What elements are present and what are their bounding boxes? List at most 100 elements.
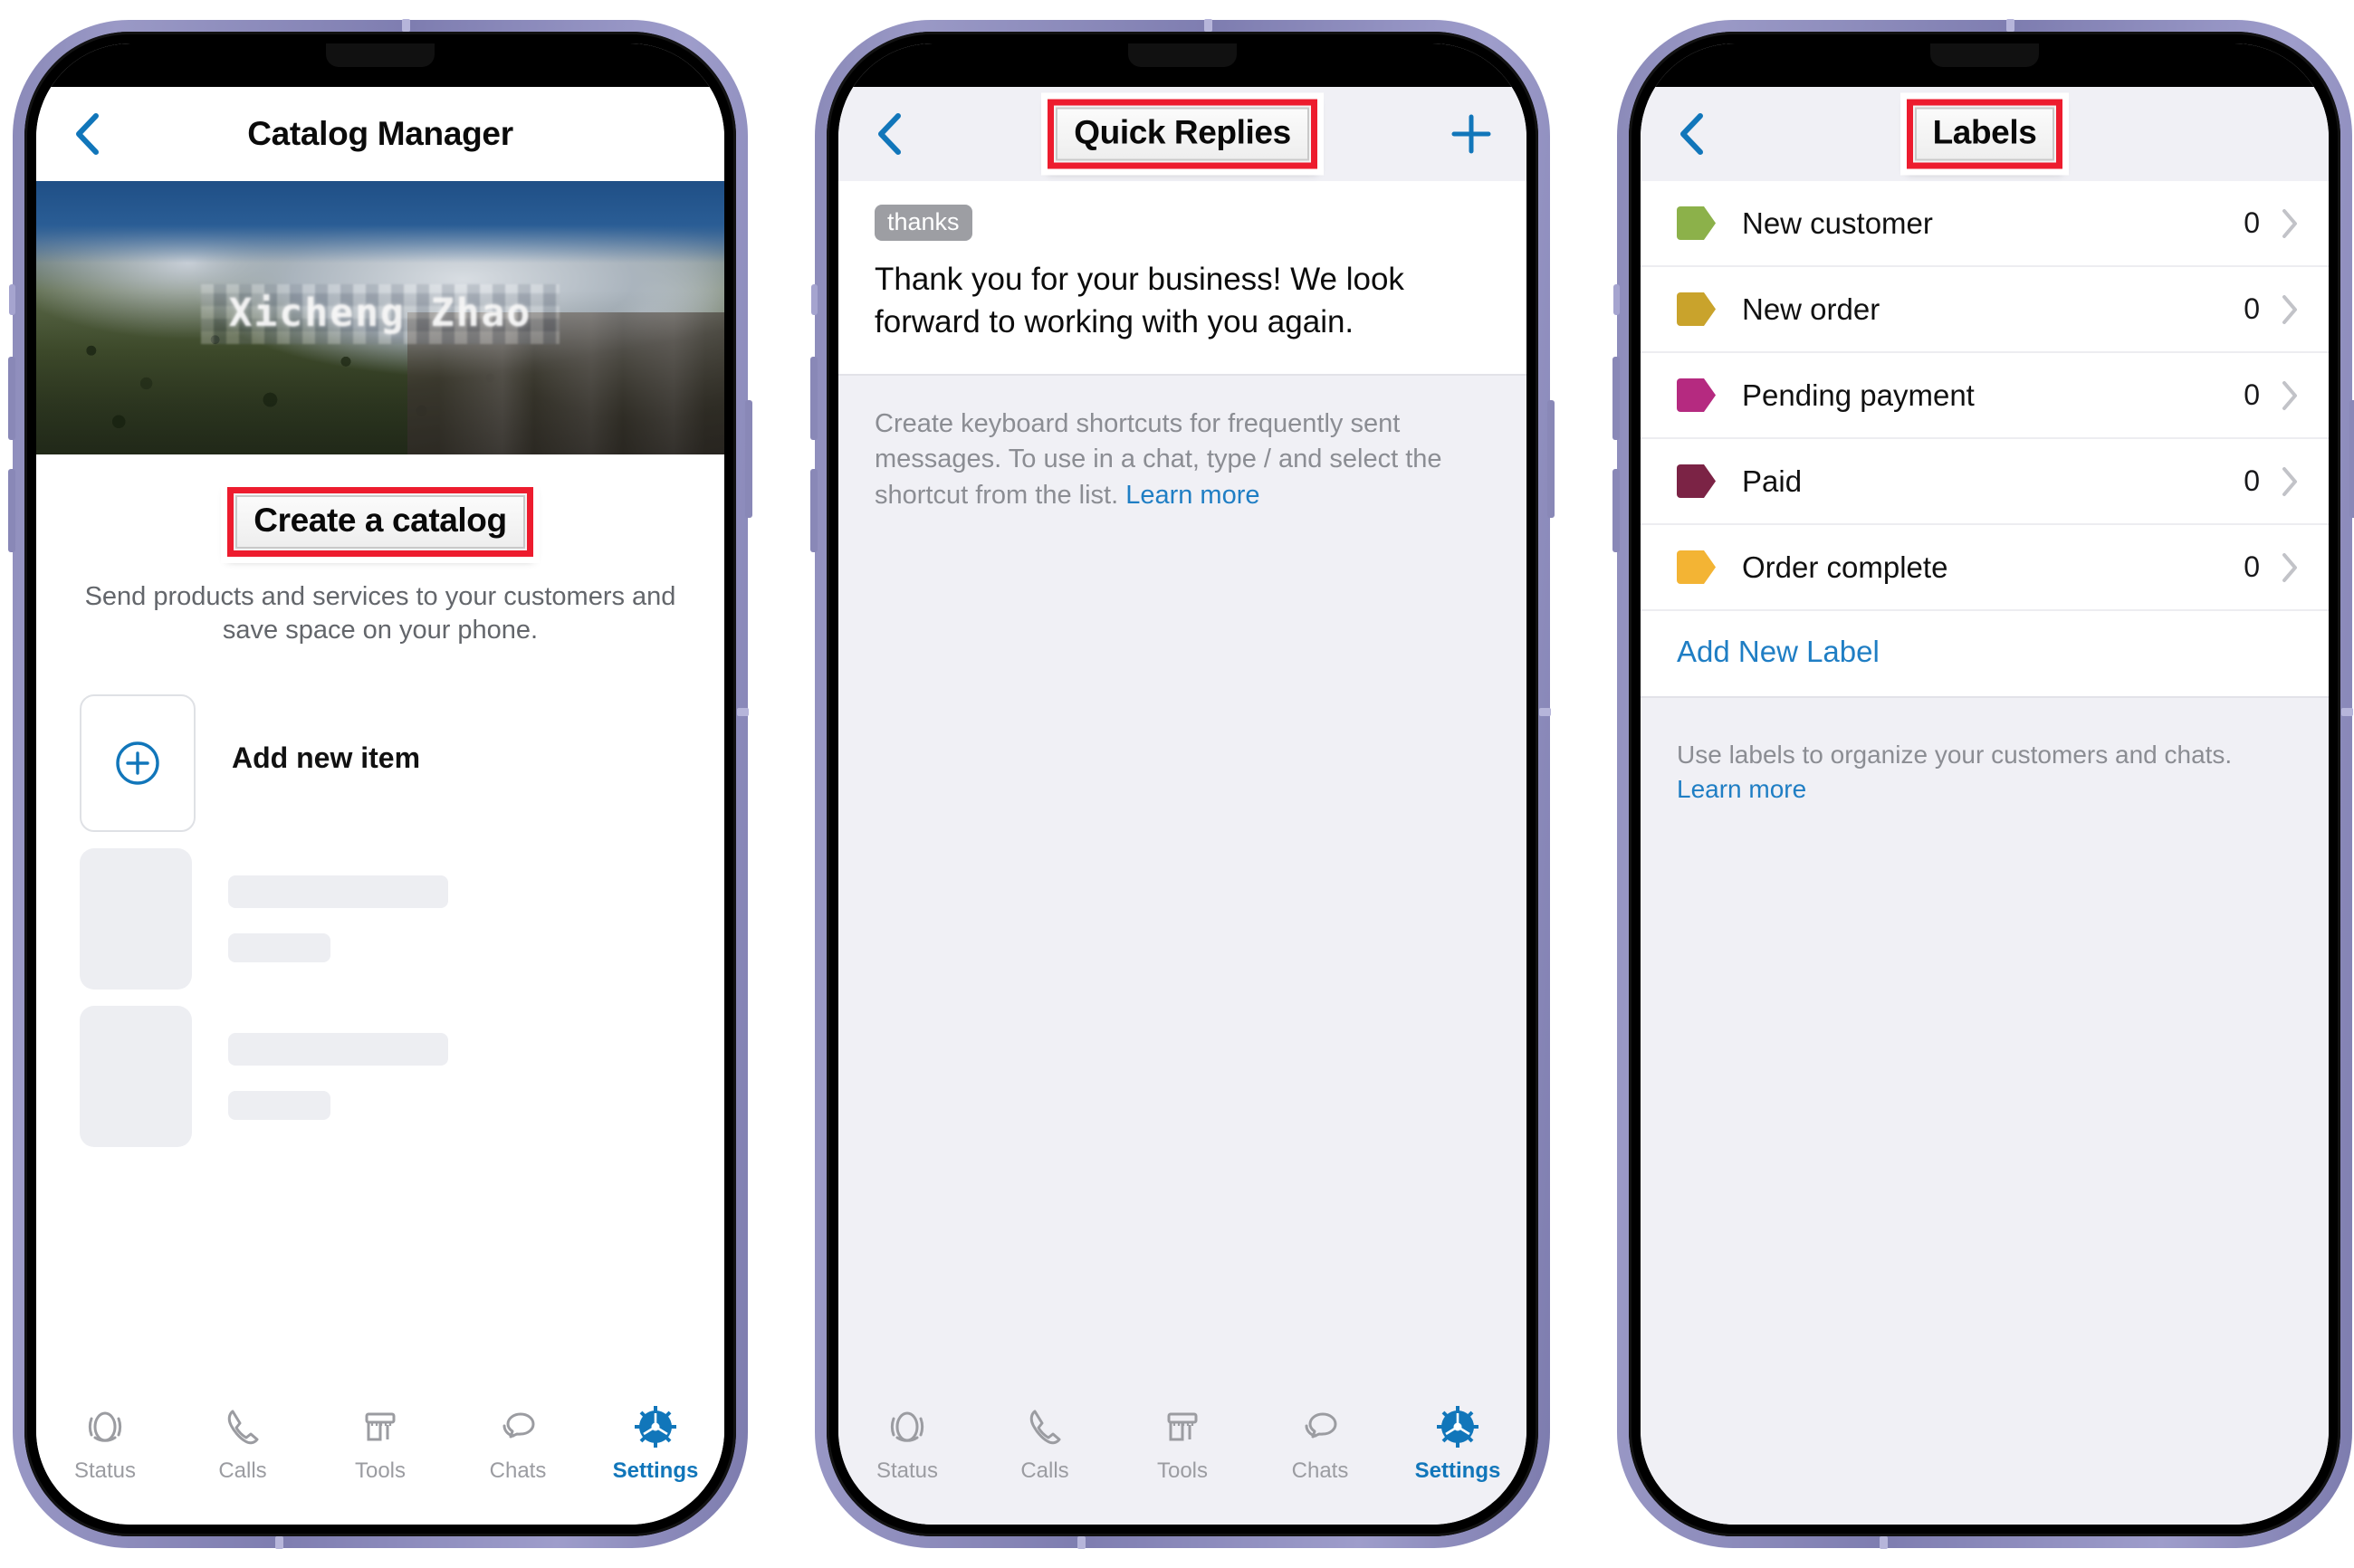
mute-switch[interactable] bbox=[811, 284, 818, 315]
tab-tools[interactable]: Tools bbox=[313, 1401, 447, 1484]
tab-status[interactable]: Status bbox=[38, 1401, 172, 1484]
phone-mockup-catalog-manager: Catalog Manager Xicheng Zhao Create a ca… bbox=[8, 19, 752, 1549]
page-title: Catalog Manager bbox=[247, 115, 513, 152]
tab-tools[interactable]: Tools bbox=[1115, 1401, 1249, 1484]
add-new-item-label: Add new item bbox=[232, 741, 421, 775]
screen-catalog-manager: Catalog Manager Xicheng Zhao Create a ca… bbox=[36, 43, 724, 1525]
tab-label: Status bbox=[876, 1458, 939, 1483]
navbar-labels: Labels bbox=[1641, 87, 2329, 181]
volume-up-button[interactable] bbox=[8, 357, 15, 440]
page-title-box: Labels bbox=[1914, 107, 2055, 161]
chevron-left-icon[interactable] bbox=[869, 113, 909, 155]
tab-label: Status bbox=[73, 1458, 137, 1483]
red-highlight-box-quick-replies: Quick Replies bbox=[1048, 99, 1317, 169]
volume-down-button[interactable] bbox=[8, 469, 15, 552]
add-new-item-row[interactable]: Add new item bbox=[36, 647, 724, 833]
frame-antenna-seam-bottom bbox=[1077, 1536, 1086, 1549]
label-row-new-order[interactable]: New order 0 bbox=[1641, 267, 2329, 353]
phone-icon bbox=[219, 1401, 266, 1452]
labels-list: New customer 0 New order 0 Pending payme… bbox=[1641, 181, 2329, 611]
skeleton-lines bbox=[228, 1033, 448, 1121]
hero-name-overlay: Xicheng Zhao bbox=[36, 283, 724, 344]
phone-mockup-labels: Labels New customer 0 New order 0 Pendin… bbox=[1612, 19, 2354, 1549]
label-name: Pending payment bbox=[1742, 378, 1975, 412]
tab-calls[interactable]: Calls bbox=[978, 1401, 1112, 1484]
catalog-hero-image: Xicheng Zhao bbox=[36, 181, 724, 454]
tab-chats[interactable]: Chats bbox=[451, 1401, 585, 1484]
volume-up-button[interactable] bbox=[1612, 357, 1620, 440]
quick-replies-content: thanks Thank you for your business! We l… bbox=[838, 181, 1526, 1387]
label-row-new-customer[interactable]: New customer 0 bbox=[1641, 181, 2329, 267]
label-name: Order complete bbox=[1742, 550, 1948, 584]
label-name: New order bbox=[1742, 292, 1880, 326]
label-count: 0 bbox=[2244, 206, 2260, 239]
tag-icon bbox=[1677, 378, 1716, 412]
frame-antenna-seam-right bbox=[2341, 708, 2353, 716]
tab-settings[interactable]: Settings bbox=[1391, 1401, 1525, 1484]
quick-reply-item[interactable]: thanks Thank you for your business! We l… bbox=[838, 181, 1526, 376]
catalog-subtitle: Send products and services to your custo… bbox=[84, 581, 676, 645]
create-catalog-button[interactable]: Create a catalog bbox=[235, 495, 525, 549]
label-row-paid[interactable]: Paid 0 bbox=[1641, 439, 2329, 525]
volume-down-button[interactable] bbox=[1612, 469, 1620, 552]
tab-settings[interactable]: Settings bbox=[588, 1401, 722, 1484]
display-notch bbox=[1128, 43, 1237, 67]
power-button[interactable] bbox=[745, 400, 752, 518]
label-name: Paid bbox=[1742, 464, 1803, 498]
screen-labels: Labels New customer 0 New order 0 Pendin… bbox=[1641, 43, 2329, 1525]
chevron-left-icon[interactable] bbox=[67, 113, 107, 155]
quick-replies-title-highlight-wrap: Quick Replies bbox=[838, 99, 1526, 169]
power-button[interactable] bbox=[2349, 400, 2354, 518]
tab-label: Settings bbox=[612, 1458, 699, 1483]
skeleton-lines bbox=[228, 875, 448, 963]
frame-antenna-seam-bottom bbox=[1880, 1536, 1888, 1549]
label-name: New customer bbox=[1742, 206, 1933, 240]
volume-down-button[interactable] bbox=[810, 469, 818, 552]
frame-antenna-seam-right bbox=[1539, 708, 1551, 716]
phone-icon bbox=[1021, 1401, 1068, 1452]
page-title: Quick Replies bbox=[1074, 113, 1291, 151]
chevron-left-icon[interactable] bbox=[1671, 113, 1711, 155]
labels-content: New customer 0 New order 0 Pending payme… bbox=[1641, 181, 2329, 1525]
chevron-right-icon bbox=[2280, 379, 2300, 412]
label-row-order-complete[interactable]: Order complete 0 bbox=[1641, 525, 2329, 611]
catalog-content: Create a catalog Send products and servi… bbox=[36, 454, 724, 1387]
plus-icon[interactable] bbox=[1447, 110, 1496, 158]
add-new-item-card[interactable] bbox=[80, 694, 196, 833]
tab-chats[interactable]: Chats bbox=[1253, 1401, 1387, 1484]
tab-status[interactable]: Status bbox=[840, 1401, 974, 1484]
learn-more-link[interactable]: Learn more bbox=[1125, 481, 1259, 510]
phone-mockup-quick-replies: Quick Replies thanks Thank you for your … bbox=[810, 19, 1555, 1549]
skeleton-thumbnail bbox=[80, 1006, 192, 1148]
quick-reply-message: Thank you for your business! We look for… bbox=[875, 262, 1404, 339]
phone-bezel: Catalog Manager Xicheng Zhao Create a ca… bbox=[24, 32, 736, 1536]
learn-more-link[interactable]: Learn more bbox=[1677, 775, 1806, 803]
label-count: 0 bbox=[2244, 292, 2260, 325]
add-new-label-button[interactable]: Add New Label bbox=[1641, 611, 2329, 698]
chat-bubbles-icon bbox=[1297, 1401, 1344, 1452]
mute-switch[interactable] bbox=[1613, 284, 1620, 315]
label-count: 0 bbox=[2244, 464, 2260, 497]
frame-antenna-seam-top bbox=[2006, 19, 2014, 32]
mute-switch[interactable] bbox=[9, 284, 15, 315]
label-row-pending-payment[interactable]: Pending payment 0 bbox=[1641, 353, 2329, 439]
tab-label: Tools bbox=[1156, 1458, 1209, 1483]
display-notch bbox=[1930, 43, 2039, 67]
labels-footer-text: Use labels to organize your customers an… bbox=[1641, 698, 2329, 807]
tab-label: Chats bbox=[489, 1458, 547, 1483]
skeleton-line-secondary bbox=[228, 1091, 330, 1121]
frame-antenna-seam-bottom bbox=[275, 1536, 283, 1549]
volume-up-button[interactable] bbox=[810, 357, 818, 440]
power-button[interactable] bbox=[1547, 400, 1555, 518]
phone-bezel: Quick Replies thanks Thank you for your … bbox=[827, 32, 1538, 1536]
chevron-right-icon bbox=[2280, 551, 2300, 584]
chat-bubbles-icon bbox=[494, 1401, 541, 1452]
chevron-right-icon bbox=[2280, 293, 2300, 326]
page-title-box: Quick Replies bbox=[1056, 107, 1309, 161]
chevron-right-icon bbox=[2280, 465, 2300, 498]
phone-bezel: Labels New customer 0 New order 0 Pendin… bbox=[1629, 32, 2340, 1536]
tab-calls[interactable]: Calls bbox=[176, 1401, 310, 1484]
catalog-skeleton-row bbox=[36, 990, 724, 1148]
tag-icon bbox=[1677, 206, 1716, 240]
red-highlight-box-create-catalog: Create a catalog bbox=[227, 487, 533, 557]
